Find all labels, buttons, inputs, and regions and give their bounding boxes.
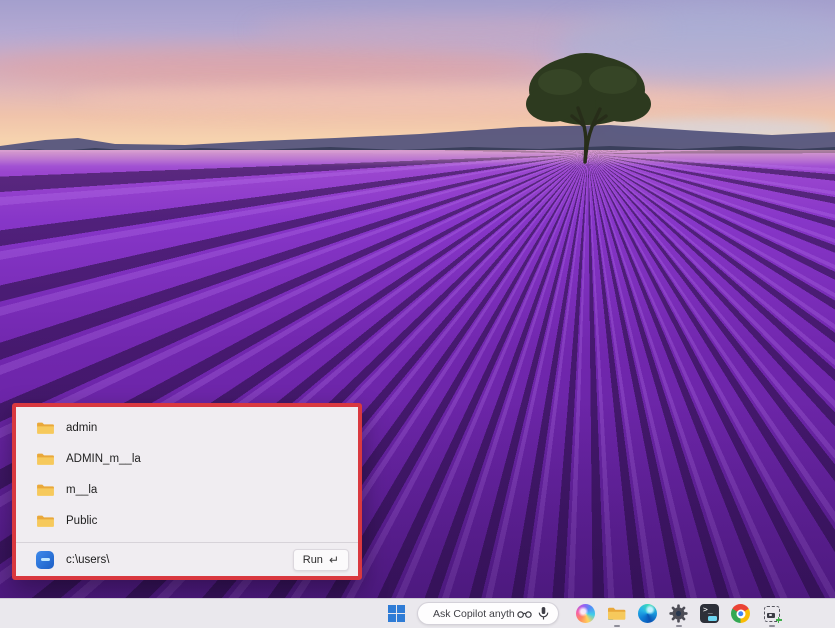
running-indicator [676,625,682,628]
folder-icon [36,482,55,497]
screen-capture-icon [764,606,780,622]
run-app-icon [36,551,54,569]
windows-logo-icon [397,614,405,622]
taskbar-item-file-explorer[interactable] [606,599,627,628]
folder-name: ADMIN_m__la [66,453,141,465]
microphone-icon[interactable] [538,606,549,621]
camera-icon [767,613,775,619]
folder-name: m__la [66,484,97,496]
windows-logo-icon [388,614,396,622]
search-input[interactable] [431,607,517,621]
terminal-prompt-glyph: >_ [703,605,713,614]
taskbar-item-chrome[interactable] [730,599,751,628]
run-button-label: Run [303,554,323,566]
taskbar-item-screen-capture[interactable] [761,599,782,628]
windows-logo-icon [388,605,396,613]
taskbar-item-edge[interactable] [637,599,658,628]
folder-result-row[interactable]: ADMIN_m__la [16,443,358,474]
terminal-icon: >_ [700,604,719,623]
taskbar-item-copilot[interactable] [575,599,596,628]
glasses-icon[interactable] [517,609,532,619]
copilot-search-box[interactable] [417,602,559,625]
enter-key-icon: ↵ [329,553,339,567]
taskbar: >_ [0,598,835,628]
folder-result-row[interactable]: m__la [16,474,358,505]
folder-name: admin [66,422,97,434]
tree [518,46,658,164]
folder-result-row[interactable]: Public [16,505,358,536]
folder-name: Public [66,515,97,527]
run-command-row[interactable]: c:\users\ Run ↵ [16,543,358,576]
folder-icon [36,513,55,528]
result-list: admin ADMIN_m__la m__la [16,407,358,536]
edge-icon [638,604,657,623]
start-button[interactable] [388,605,405,622]
chrome-icon [731,604,750,623]
running-indicator [614,625,620,628]
taskbar-item-terminal[interactable]: >_ [699,599,720,628]
taskbar-item-settings[interactable] [668,599,689,628]
copilot-icon [576,604,595,623]
run-button[interactable]: Run ↵ [293,549,349,571]
file-explorer-icon [607,605,627,622]
running-indicator [769,625,775,628]
folder-icon [36,420,55,435]
run-command-text: c:\users\ [66,554,109,566]
folder-icon [36,451,55,466]
folder-result-row[interactable]: admin [16,412,358,443]
windows-logo-icon [397,605,405,613]
plus-icon [778,617,780,623]
settings-gear-icon [669,604,688,623]
desktop: admin ADMIN_m__la m__la [0,0,835,628]
run-flyout: admin ADMIN_m__la m__la [12,403,362,580]
